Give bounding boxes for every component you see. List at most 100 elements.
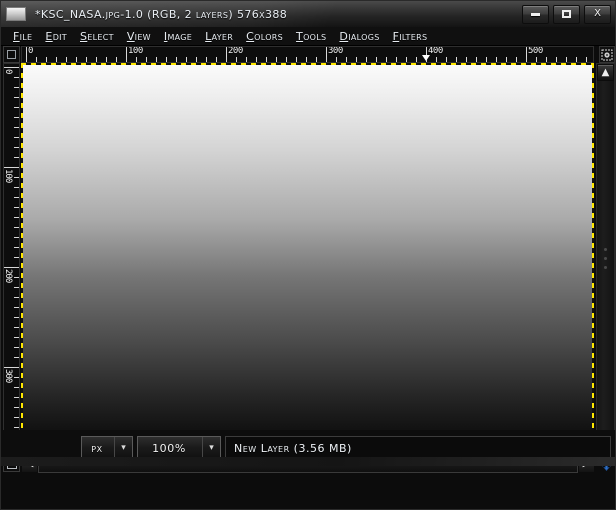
ruler-tick: [26, 47, 27, 62]
menu-edit[interactable]: Edit: [39, 29, 74, 44]
window-controls: X: [522, 4, 611, 24]
scroll-up-button[interactable]: ▲: [597, 64, 614, 81]
ruler-tick: [14, 387, 19, 388]
ruler-tick: [14, 357, 19, 358]
menu-view-mnemonic: V: [126, 29, 135, 43]
vertical-scrollbar[interactable]: ▲ ▼: [596, 63, 615, 453]
ruler-tick: [186, 57, 187, 62]
ruler-tick: [196, 57, 197, 62]
menu-layer[interactable]: Layer: [199, 29, 240, 44]
ruler-label: 100: [128, 46, 143, 56]
ruler-tick: [256, 57, 257, 62]
statusbar: px ▾ 100% ▾ New Layer (3.56 MB): [1, 430, 615, 466]
gradient-layer: [23, 65, 592, 451]
ruler-tick: [14, 177, 19, 178]
ruler-label: 300: [328, 46, 343, 56]
menu-edit-label: dit: [52, 29, 67, 43]
vertical-ruler[interactable]: 0 100 200 300: [3, 63, 20, 453]
ruler-tick: [4, 367, 19, 368]
menu-filters-label: ilters: [399, 29, 428, 43]
menu-tools[interactable]: Tools: [290, 29, 333, 44]
ruler-tick: [14, 347, 19, 348]
menu-file-mnemonic: F: [13, 29, 20, 43]
ruler-label: 0: [3, 69, 13, 74]
ruler-tick: [216, 57, 217, 62]
ruler-label: 300: [3, 369, 13, 383]
ruler-label: 100: [3, 169, 13, 183]
menu-dialogs[interactable]: Dialogs: [333, 29, 386, 44]
zoom-image-button[interactable]: [599, 46, 615, 63]
menu-colors[interactable]: Colors: [240, 29, 290, 44]
ruler-tick: [436, 57, 437, 62]
ruler-tick: [36, 57, 37, 62]
ruler-tick: [496, 57, 497, 62]
ruler-tick: [86, 57, 87, 62]
ruler-tick: [286, 57, 287, 62]
chevron-up-icon: ▲: [601, 67, 610, 78]
ruler-tick: [276, 57, 277, 62]
ruler-tick: [14, 97, 19, 98]
close-button[interactable]: X: [584, 4, 611, 24]
grip-dot: [604, 265, 607, 269]
menu-dialogs-label: ialogs: [348, 29, 380, 43]
titlebar: *KSC_NASA.jpg-1.0 (RGB, 2 layers) 576x38…: [1, 1, 615, 27]
menu-corner-icon: [7, 50, 16, 59]
horizontal-ruler[interactable]: 0 100 200 300 400 500: [21, 46, 594, 63]
menu-corner-button[interactable]: [3, 46, 20, 63]
ruler-label: 400: [428, 46, 443, 56]
ruler-tick: [96, 57, 97, 62]
ruler-tick: [56, 57, 57, 62]
ruler-tick: [136, 57, 137, 62]
menu-image[interactable]: Image: [158, 29, 199, 44]
ruler-label: 0: [28, 46, 33, 56]
ruler-tick: [14, 187, 19, 188]
ruler-tick: [14, 337, 19, 338]
menubar: File Edit Select View Image Layer Colors…: [1, 27, 615, 46]
ruler-tick: [4, 267, 19, 268]
ruler-tick: [4, 67, 19, 68]
ruler-tick: [156, 57, 157, 62]
ruler-tick: [366, 57, 367, 62]
ruler-tick: [14, 417, 19, 418]
gear-icon: [601, 48, 613, 61]
ruler-tick: [176, 57, 177, 62]
unit-value: px: [91, 441, 103, 455]
ruler-tick: [14, 77, 19, 78]
menu-colors-label: olors: [254, 29, 284, 43]
ruler-tick: [14, 197, 19, 198]
menu-select[interactable]: Select: [74, 29, 121, 44]
ruler-label: 200: [228, 46, 243, 56]
ruler-tick: [116, 57, 117, 62]
ruler-tick: [446, 57, 447, 62]
ruler-tick: [326, 47, 327, 62]
ruler-tick: [14, 127, 19, 128]
ruler-tick: [14, 257, 19, 258]
ruler-tick: [556, 57, 557, 62]
ruler-tick: [14, 117, 19, 118]
ruler-tick: [14, 427, 19, 428]
ruler-tick: [14, 107, 19, 108]
gimp-image-window: *KSC_NASA.jpg-1.0 (RGB, 2 layers) 576x38…: [0, 0, 616, 510]
ruler-tick: [14, 207, 19, 208]
maximize-button[interactable]: [553, 4, 580, 24]
ruler-tick: [306, 57, 307, 62]
ruler-tick: [346, 57, 347, 62]
zoom-value: 100%: [152, 441, 186, 455]
ruler-tick: [106, 57, 107, 62]
menu-filters[interactable]: Filters: [387, 29, 435, 44]
window-bottom-edge: [1, 457, 615, 466]
ruler-tick: [576, 57, 577, 62]
app-icon: [6, 7, 26, 21]
menu-file[interactable]: File: [7, 29, 39, 44]
ruler-tick: [76, 57, 77, 62]
grip-dot: [604, 256, 607, 260]
ruler-tick: [236, 57, 237, 62]
ruler-tick: [46, 57, 47, 62]
menu-view[interactable]: View: [121, 29, 158, 44]
image-canvas[interactable]: [21, 63, 594, 453]
ruler-tick: [14, 317, 19, 318]
ruler-tick: [296, 57, 297, 62]
status-message: New Layer (3.56 MB): [234, 441, 352, 455]
vertical-scrollbar-trough[interactable]: [597, 81, 614, 435]
minimize-button[interactable]: [522, 4, 549, 24]
